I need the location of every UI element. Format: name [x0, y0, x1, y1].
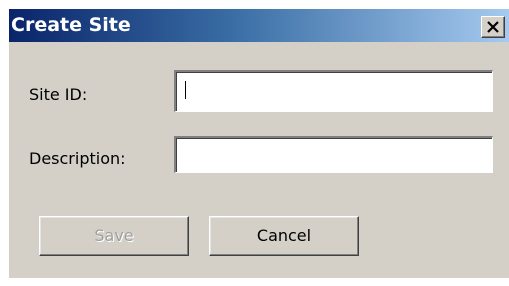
save-button[interactable]: Save [39, 216, 189, 256]
close-x-icon [487, 21, 499, 33]
site-id-label: Site ID: [29, 85, 88, 104]
create-site-dialog: Create Site Site ID: Description: Save C… [8, 8, 509, 278]
cancel-button[interactable]: Cancel [209, 216, 359, 256]
close-button[interactable] [481, 16, 505, 38]
description-label: Description: [29, 149, 126, 168]
site-id-field-wrap [174, 70, 493, 112]
text-caret [185, 81, 186, 99]
dialog-title: Create Site [11, 14, 131, 36]
title-bar[interactable]: Create Site [9, 9, 509, 42]
site-id-input[interactable] [174, 70, 493, 112]
description-input[interactable] [174, 136, 493, 173]
